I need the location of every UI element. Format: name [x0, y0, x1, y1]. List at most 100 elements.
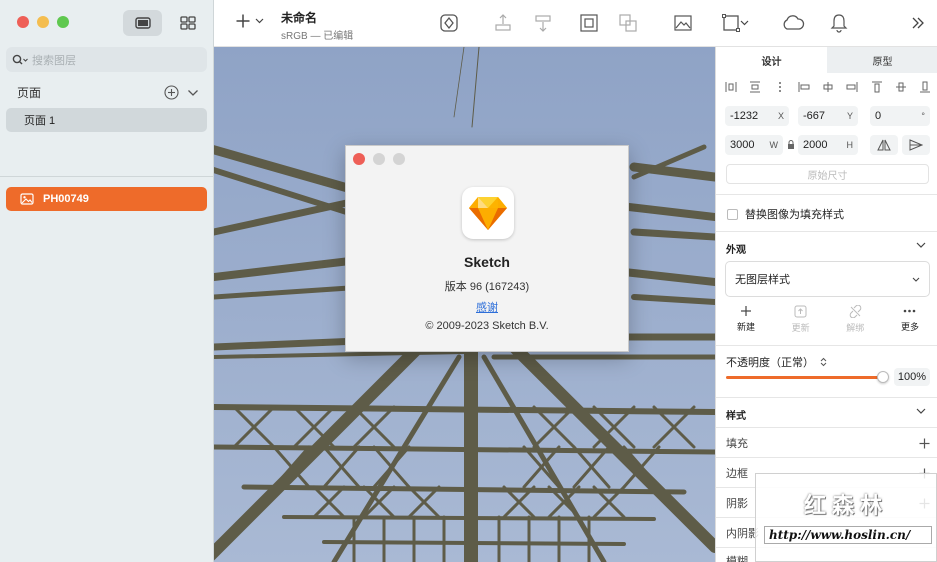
add-fill-icon[interactable] — [919, 438, 930, 449]
canvas-view-button[interactable] — [123, 10, 162, 36]
replace-fill-checkbox[interactable] — [727, 208, 738, 220]
replace-fill-checkbox-row[interactable]: 替换图像为填充样式 — [727, 206, 844, 222]
sketch-diamond-icon — [469, 197, 507, 230]
detach-style-button[interactable]: 解绑 — [833, 305, 877, 334]
tab-prototype[interactable]: 原型 — [827, 47, 937, 73]
chevron-down-icon — [255, 18, 264, 24]
lock-ratio-icon[interactable] — [787, 140, 795, 150]
style-chevron-icon[interactable] — [916, 408, 926, 415]
x-label: X — [777, 111, 784, 121]
align-center-horizontal-icon[interactable] — [821, 80, 835, 94]
close-window-button[interactable] — [17, 16, 29, 28]
search-icon — [12, 54, 28, 64]
align-left-icon[interactable] — [797, 80, 811, 94]
flip-vertical-button[interactable] — [902, 135, 930, 155]
inspector-tabs: 设计 原型 — [716, 47, 937, 73]
new-style-button[interactable]: 新建 — [724, 305, 768, 334]
style-title: 样式 — [726, 411, 746, 422]
layer-search-field[interactable]: 搜索图层 — [6, 47, 207, 72]
layer-style-actions: 新建 更新 解绑 更多 — [724, 305, 932, 334]
layer-style-select[interactable]: 无图层样式 — [725, 261, 930, 297]
collapse-pages-chevron-icon[interactable] — [187, 89, 199, 97]
notifications-button[interactable] — [828, 12, 850, 34]
zoom-window-button[interactable] — [57, 16, 69, 28]
align-top-icon[interactable] — [870, 80, 884, 94]
layer-item-selected[interactable]: PH00749 — [6, 187, 207, 211]
forward-button[interactable] — [492, 12, 514, 34]
unlink-icon — [849, 305, 862, 318]
create-symbol-button[interactable] — [438, 12, 460, 34]
width-label: W — [769, 140, 779, 150]
more-icon — [904, 309, 916, 313]
plus-icon — [236, 14, 250, 28]
opacity-slider-knob[interactable] — [877, 371, 889, 383]
x-value: -1232 — [730, 110, 759, 122]
chevron-down-icon — [740, 20, 748, 26]
y-position-field[interactable]: -667 Y — [798, 106, 858, 126]
expand-toolbar-button[interactable] — [907, 12, 929, 34]
section-divider — [716, 194, 937, 195]
minimize-window-button[interactable] — [37, 16, 49, 28]
rotation-field[interactable]: 0 ° — [870, 106, 930, 126]
original-size-button[interactable]: 原始尺寸 — [726, 164, 929, 184]
shadow-label: 阴影 — [726, 498, 748, 510]
alignment-toolbar — [724, 80, 932, 94]
flip-horizontal-button[interactable] — [870, 135, 898, 155]
more-align-icon[interactable] — [773, 80, 787, 94]
add-page-icon[interactable] — [164, 85, 179, 100]
group-button[interactable] — [578, 12, 600, 34]
update-style-button[interactable]: 更新 — [779, 305, 823, 334]
tab-design[interactable]: 设计 — [716, 47, 827, 73]
align-right-icon[interactable] — [845, 80, 859, 94]
opacity-blend-menu[interactable]: 不透明度（正常） — [726, 354, 827, 370]
section-divider — [716, 397, 937, 398]
acknowledgements-link[interactable]: 感谢 — [346, 299, 628, 315]
opacity-value-field[interactable]: 100% — [894, 368, 930, 386]
dialog-close-button[interactable] — [353, 153, 365, 165]
align-middle-icon[interactable] — [894, 80, 908, 94]
opacity-label: 不透明度（正常） — [726, 357, 814, 369]
layer-item-label: PH00749 — [43, 193, 89, 205]
image-frame-icon — [674, 15, 692, 31]
distribute-horizontal-icon[interactable] — [724, 80, 738, 94]
cloud-button[interactable] — [780, 12, 806, 34]
grid-view-button[interactable] — [168, 10, 207, 36]
chevron-down-icon — [912, 277, 920, 282]
more-style-button[interactable]: 更多 — [888, 305, 932, 334]
resize-icon — [721, 14, 740, 32]
fill-label: 填充 — [726, 438, 748, 450]
appearance-chevron-icon[interactable] — [916, 242, 926, 249]
about-dialog: Sketch 版本 96 (167243) 感谢 © 2009-2023 Ske… — [345, 145, 629, 352]
appearance-title: 外观 — [726, 245, 746, 256]
watermark-logo-text: 红森林 — [804, 493, 889, 519]
app-name: Sketch — [464, 254, 510, 270]
x-position-field[interactable]: -1232 X — [725, 106, 789, 126]
watermark-url: http://www.hoslin.cn/ — [764, 526, 932, 544]
distribute-vertical-icon[interactable] — [748, 80, 762, 94]
page-item[interactable]: 页面 1 — [6, 108, 207, 132]
insert-button[interactable] — [235, 13, 264, 29]
height-field[interactable]: 2000 H — [798, 135, 858, 155]
page-item-label: 页面 1 — [24, 115, 56, 127]
section-divider — [716, 345, 937, 346]
bell-icon — [830, 14, 848, 33]
opacity-slider-track[interactable] — [726, 376, 884, 379]
align-bottom-icon[interactable] — [918, 80, 932, 94]
plus-icon — [741, 306, 751, 316]
search-placeholder: 搜索图层 — [32, 54, 76, 67]
replace-fill-label: 替换图像为填充样式 — [745, 209, 844, 221]
sidebar-divider — [0, 176, 214, 177]
width-value: 3000 — [730, 139, 755, 151]
width-field[interactable]: 3000 W — [725, 135, 783, 155]
copyright-text: © 2009-2023 Sketch B.V. — [425, 320, 549, 332]
update-style-label: 更新 — [791, 323, 810, 333]
ungroup-button[interactable] — [617, 12, 639, 34]
mask-button[interactable] — [672, 12, 694, 34]
resize-menu-button[interactable] — [717, 12, 753, 34]
flip-horizontal-icon — [877, 139, 891, 151]
backward-button[interactable] — [532, 12, 554, 34]
double-chevron-right-icon — [912, 17, 924, 29]
send-backward-icon — [535, 15, 551, 32]
fill-row: 填充 — [726, 435, 930, 451]
symbol-icon — [440, 14, 458, 32]
